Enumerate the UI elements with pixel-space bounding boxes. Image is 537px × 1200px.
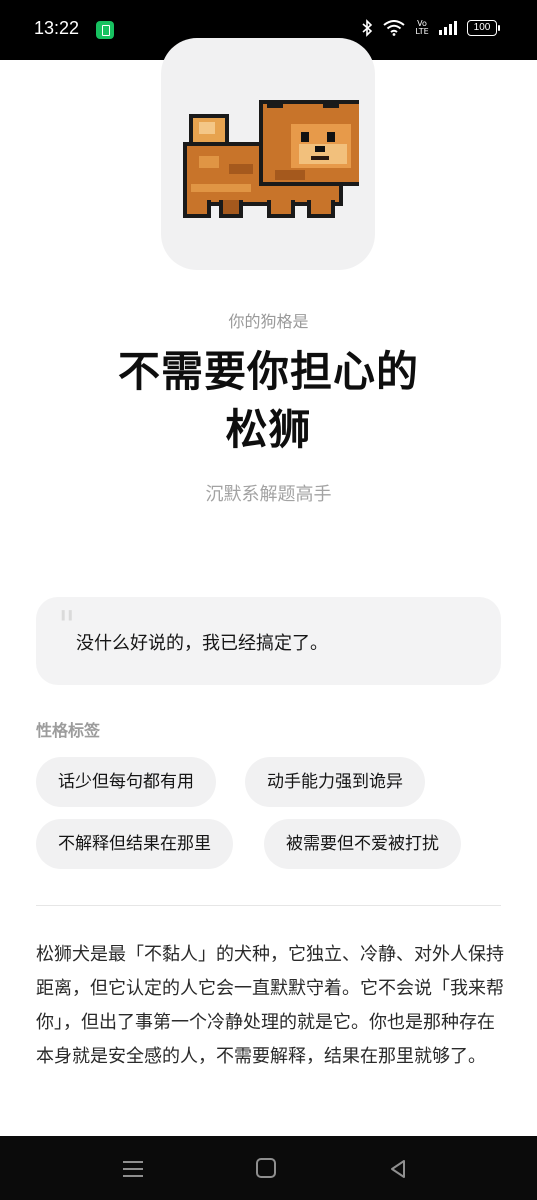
section-divider [36,905,501,906]
result-subtitle: 沉默系解题高手 [205,484,332,505]
trait-tag: 不解释但结果在那里 [36,819,233,869]
quote-text: 没什么好说的，我已经搞定了。 [76,633,328,654]
battery-level: 100 [473,22,491,33]
trait-tag: 被需要但不爱被打扰 [264,819,461,869]
result-title-line2: 松狮 [225,405,312,454]
quote-card: " 没什么好说的，我已经搞定了。 [36,597,501,685]
result-title-line1: 不需要你担心的 [117,347,419,396]
signal-icon [439,21,457,35]
breed-description: 松狮犬是最「不黏人」的犬种，它独立、冷静、对外人保持距离，但它认定的人它会一直默… [36,944,504,1067]
quote-mark-icon: " [58,603,76,647]
bluetooth-icon [362,19,373,37]
home-icon[interactable] [256,1158,276,1178]
battery-icon: 100 [467,20,500,36]
system-navigation-bar [0,1136,537,1200]
wifi-icon [383,20,405,36]
trait-tag: 话少但每句都有用 [36,757,216,807]
dog-avatar-card [161,38,375,270]
status-icons: Vo LTE 100 [361,19,500,37]
result-title: 不需要你担心的 松狮 [0,343,537,459]
notification-app-icon [96,21,114,39]
pixel-chow-dog-image [183,100,359,218]
traits-section-label: 性格标签 [36,721,101,740]
result-kicker: 你的狗格是 [228,312,309,331]
trait-tag: 动手能力强到诡异 [245,757,425,807]
menu-icon[interactable] [120,1156,146,1182]
back-icon[interactable] [386,1156,412,1182]
network-type-label: Vo LTE [415,19,429,36]
status-time: 13:22 [34,18,80,38]
